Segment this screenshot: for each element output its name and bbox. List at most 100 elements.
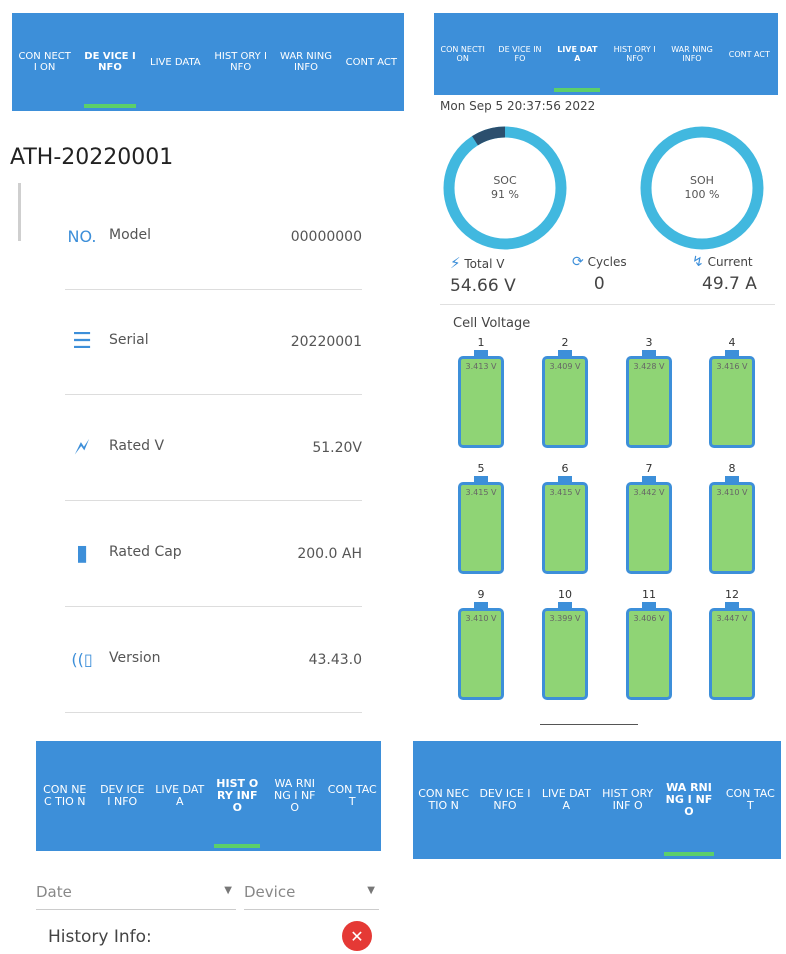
battery-cell: 2 3.409 V [540,336,590,448]
tab-deviceinfo[interactable]: DEV ICE I NFO [94,741,152,851]
tab-livedata[interactable]: LIVE DATA [143,13,208,111]
tab-deviceinfo[interactable]: DE VICE INFO [491,13,548,95]
tab-label: HIST ORY INFO [613,45,656,63]
cell-number: 9 [477,588,485,601]
tab-label: WAR NING INFO [279,51,332,73]
tab-label: LIVE DATA [150,56,201,68]
row-label: Rated V [109,438,165,454]
cell-voltage: 3.442 V [626,482,672,574]
soc-gauge: SOC 91 % [441,124,569,252]
battery-cell: 9 3.410 V [456,588,506,700]
tab-warninginfo[interactable]: WA RNI NG I NFO [266,741,324,851]
battery-cell: 4 3.416 V [707,336,757,448]
list-icon: ☰ [72,328,92,354]
tab-deviceinfo[interactable]: DE VICE INFO [77,13,142,111]
tab-historyinfo[interactable]: HIST ORY INF O [209,741,267,851]
cell-voltage: 3.410 V [458,608,504,700]
device-info-row: ▮ Rated Cap 200.0 AH [65,502,362,607]
cell-number: 3 [645,336,653,349]
soh-label: SOH [690,174,714,187]
battery-cell: 6 3.415 V [540,462,590,574]
cell-voltage: 3.447 V [709,608,755,700]
tab-livedata[interactable]: LIVE DAT A [536,741,597,859]
tab-historyinfo[interactable]: HIST ORY INF O [597,741,658,859]
cell-voltage: 3.399 V [542,608,588,700]
tab-historyinfo[interactable]: HIST ORY INFO [208,13,273,111]
cell-number: 7 [645,462,653,475]
tab-contact[interactable]: CON TAC T [324,741,382,851]
tab-livedata[interactable]: LIVE DAT A [151,741,209,851]
scroll-indicator[interactable] [540,724,638,725]
device-info-row: ☰ Serial 20220001 [65,290,362,395]
divider [440,304,775,305]
active-tab-indicator [214,844,261,848]
cell-number: 11 [642,588,656,601]
tab-label: CON NECTI ON [18,51,71,73]
dropdown-arrow-icon: ▼ [224,885,232,896]
cell-voltage: 3.415 V [458,482,504,574]
battery-icon: ▮ [75,540,89,566]
cell-number: 4 [728,336,736,349]
total-voltage: ⚡ Total V 54.66 V [450,254,516,296]
tab-connection[interactable]: CON NEC TIO N [36,741,94,851]
tab-livedata[interactable]: LIVE DATA [549,13,606,95]
tab-historyinfo[interactable]: HIST ORY INFO [606,13,663,95]
tab-contact[interactable]: CON TAC T [720,741,781,859]
tab-connection[interactable]: CON NECTI ON [434,13,491,95]
tab-label: DE VICE INFO [84,51,136,73]
date-placeholder: Date [36,883,72,901]
tab-warninginfo[interactable]: WA RNI NG I NFO [658,741,719,859]
tab-label: HIST ORY INFO [214,51,267,73]
tab-label: LIVE DAT A [155,783,205,808]
soh-gauge: SOH 100 % [638,124,766,252]
timestamp: Mon Sep 5 20:37:56 2022 [440,99,596,113]
cell-voltage-title: Cell Voltage [453,316,531,331]
row-label: Version [109,650,161,666]
tab-deviceinfo[interactable]: DEV ICE I NFO [474,741,535,859]
tab-connection[interactable]: CON NEC TIO N [413,741,474,859]
cycles-label: Cycles [587,255,627,269]
battery-cell: 10 3.399 V [540,588,590,700]
battery-cell: 1 3.413 V [456,336,506,448]
row-value: 00000000 [290,229,362,245]
refresh-icon: ⟳ [572,254,584,270]
tab-contact[interactable]: CONT ACT [721,13,778,95]
cell-number: 5 [477,462,485,475]
soc-label: SOC [493,174,517,187]
tab-warninginfo[interactable]: WAR NING INFO [663,13,720,95]
tab-label: DEV ICE I NFO [479,787,531,812]
battery-cell: 5 3.415 V [456,462,506,574]
history-info-tabbar: CON NEC TIO N DEV ICE I NFO LIVE DAT A HIST… [36,741,381,851]
device-select[interactable]: Device ▼ [244,883,379,910]
warning-info-tabbar: CON NEC TIO N DEV ICE I NFO LIVE DAT A HIST… [413,741,781,859]
soh-value: 100 % [684,188,720,201]
tab-label: WA RNI NG I NFO [665,781,713,818]
number-icon: NO. [67,226,97,246]
tab-label: CON NEC TIO N [43,783,87,808]
clear-close-button[interactable]: ✕ [342,921,372,951]
device-name: ATH-20220001 [10,145,174,170]
divider [18,183,21,241]
active-tab-indicator [83,104,137,108]
current-label: Current [707,255,753,269]
tab-label: CON TAC T [725,787,775,812]
cycles: ⟳ Cycles 0 [572,254,627,294]
cell-number: 6 [561,462,569,475]
close-icon: ✕ [350,926,364,946]
tab-label: HIST ORY INF O [602,787,654,812]
tab-label: CONT ACT [728,49,770,59]
cell-voltage: 3.409 V [542,356,588,448]
soc-value: 91 % [491,188,519,201]
cell-number: 10 [558,588,572,601]
tab-contact[interactable]: CONT ACT [339,13,404,111]
cell-number: 2 [561,336,569,349]
date-select[interactable]: Date ▼ [36,883,236,910]
tab-warninginfo[interactable]: WAR NING INFO [273,13,338,111]
lightning-icon: ⚡ [450,254,461,272]
cell-voltage: 3.413 V [458,356,504,448]
total-v-value: 54.66 V [450,276,516,296]
tab-connection[interactable]: CON NECTI ON [12,13,77,111]
tab-label: WA RNI NG I NFO [273,777,316,814]
tab-label: DE VICE INFO [498,45,542,63]
row-value: 51.20V [312,440,362,456]
